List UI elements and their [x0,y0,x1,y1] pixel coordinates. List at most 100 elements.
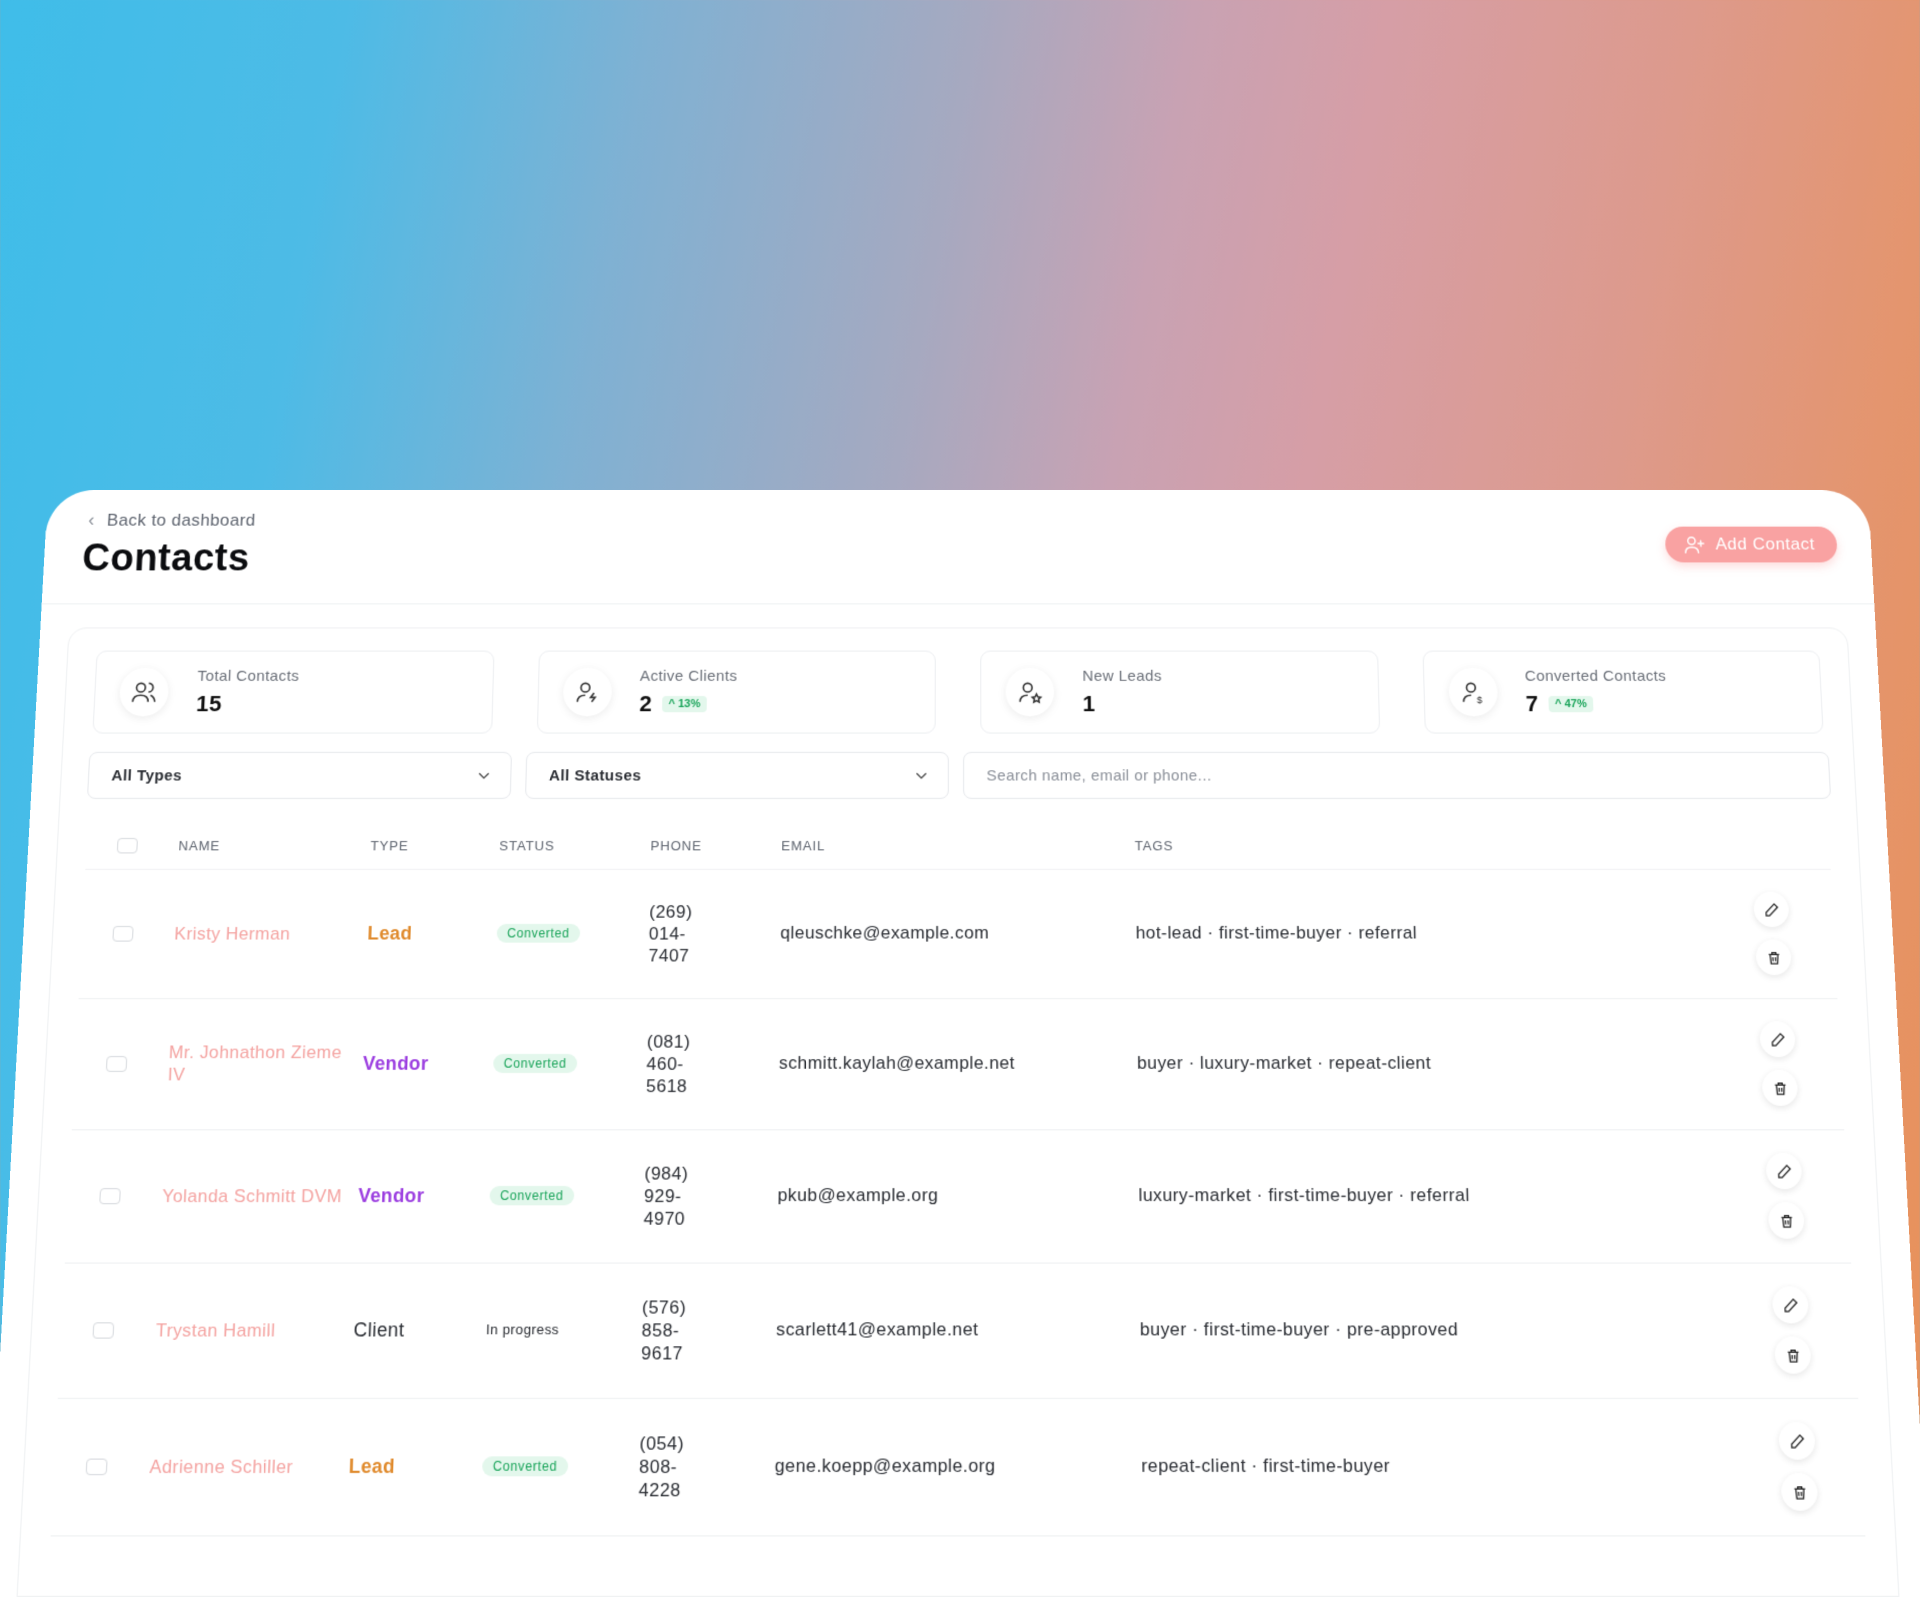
type-filter-select[interactable]: All Types [86,751,512,799]
trash-icon [1785,1347,1802,1363]
add-contact-label: Add Contact [1714,534,1816,554]
stat-value: 7 [1525,690,1540,716]
contact-name[interactable]: Trystan Hamill [155,1318,354,1341]
status-text: In progress [485,1321,560,1338]
status-filter-value: All Statuses [548,766,642,785]
column-header-tags[interactable]: TAGS [1135,837,1708,852]
status-badge: Converted [493,1053,578,1073]
contact-name[interactable]: Adrienne Schiller [149,1455,349,1478]
contact-name[interactable]: Kristy Herman [174,922,368,944]
user-star-icon [1005,667,1055,717]
column-header-email[interactable]: EMAIL [781,837,1135,852]
trash-icon [1791,1484,1808,1501]
svg-text:$: $ [1476,695,1482,705]
edit-button[interactable] [1752,891,1790,928]
stat-total-contacts: Total Contacts 15 [92,650,495,734]
edit-button[interactable] [1765,1152,1803,1190]
contact-type: Lead [367,922,413,944]
contact-email: scarlett41@example.net [776,1319,979,1340]
user-plus-icon [1683,534,1706,556]
delete-button[interactable] [1755,939,1792,976]
row-actions [1709,891,1836,976]
pencil-icon [1789,1433,1806,1450]
stat-label: New Leads [1082,667,1163,685]
stat-active-clients: Active Clients 2 ^ 13% [536,650,936,734]
contact-phone: (054) 808-4228 [638,1432,685,1501]
contact-phone: (269) 014-7407 [648,901,693,966]
user-bolt-icon [562,667,612,717]
arrow-up-icon: ^ [668,697,679,710]
table-row[interactable]: Trystan Hamill Client In progress (576) … [57,1262,1859,1399]
contact-tags: repeat-client · first-time-buyer [1141,1455,1391,1477]
page-title: Contacts [81,537,251,580]
trash-icon [1778,1212,1794,1228]
row-checkbox[interactable] [85,1458,108,1475]
users-icon [118,667,170,717]
add-contact-button[interactable]: Add Contact [1664,526,1838,563]
row-actions [1727,1286,1857,1374]
delete-button[interactable] [1761,1069,1799,1106]
delete-button[interactable] [1774,1336,1812,1374]
stat-value: 15 [195,690,223,716]
delete-button[interactable] [1767,1202,1805,1239]
row-actions [1721,1152,1850,1239]
contact-phone: (081) 460-5618 [645,1031,691,1096]
contact-type: Vendor [357,1184,425,1206]
column-header-phone[interactable]: PHONE [650,837,781,852]
page-header: ‹ Back to dashboard Contacts Add Contact [41,490,1875,605]
contact-email: schmitt.kaylah@example.net [778,1052,1015,1073]
row-checkbox[interactable] [99,1187,121,1204]
contact-email: pkub@example.org [777,1184,939,1206]
status-badge: Converted [482,1456,569,1477]
chevron-down-icon [913,767,929,783]
stat-value: 2 [639,690,653,716]
column-header-status[interactable]: STATUS [499,837,651,852]
table-row[interactable]: Adrienne Schiller Lead Converted (054) 8… [50,1397,1866,1537]
search-input[interactable] [963,751,1832,799]
status-filter-select[interactable]: All Statuses [525,751,949,799]
back-link[interactable]: ‹ Back to dashboard [88,510,256,531]
edit-button[interactable] [1759,1021,1796,1058]
contacts-card: ‹ Back to dashboard Contacts Add Contact… [0,490,1920,1597]
pencil-icon [1776,1163,1792,1179]
table-row[interactable]: Kristy Herman Lead Converted (269) 014-7… [78,868,1838,1000]
arrow-up-icon: ^ [1554,697,1565,710]
row-actions [1733,1422,1864,1511]
contact-email: gene.koepp@example.org [774,1455,996,1477]
trash-icon [1772,1080,1788,1096]
row-checkbox[interactable] [92,1321,115,1339]
filters-row: All Types All Statuses [86,751,1832,799]
contact-phone: (984) 929-4970 [643,1162,689,1229]
change-badge: ^ 13% [662,695,707,712]
change-value: 13% [678,697,701,710]
column-header-type[interactable]: TYPE [370,837,499,852]
contact-tags: luxury-market · first-time-buyer · refer… [1138,1184,1470,1206]
contact-name[interactable]: Yolanda Schmitt DVM [162,1184,359,1207]
contact-phone: (576) 858-9617 [640,1296,687,1364]
edit-button[interactable] [1771,1286,1810,1324]
stat-label: Total Contacts [197,667,300,685]
change-value: 47% [1564,697,1588,710]
contact-tags: buyer · luxury-market · repeat-client [1136,1052,1432,1073]
trash-icon [1765,949,1781,965]
pencil-icon [1769,1031,1785,1047]
pencil-icon [1763,902,1779,918]
contact-name[interactable]: Mr. Johnathon Zieme IV [167,1041,363,1085]
row-checkbox[interactable] [105,1055,128,1072]
table-header: NAME TYPE STATUS PHONE EMAIL TAGS [85,821,1831,870]
edit-button[interactable] [1778,1422,1816,1460]
contacts-panel: Total Contacts 15 Active Clients 2 ^ 13% [16,627,1900,1597]
contact-email: qleuschke@example.com [780,922,990,943]
type-filter-value: All Types [111,766,183,785]
delete-button[interactable] [1780,1472,1819,1511]
table-row[interactable]: Mr. Johnathon Zieme IV Vendor Converted … [71,998,1845,1131]
status-badge: Converted [489,1185,575,1206]
change-badge: ^ 47% [1548,695,1594,712]
stat-converted-contacts: $ Converted Contacts 7 ^ 47% [1421,650,1824,734]
chevron-left-icon: ‹ [87,509,96,530]
stat-label: Active Clients [639,667,738,685]
table-row[interactable]: Yolanda Schmitt DVM Vendor Converted (98… [64,1129,1852,1264]
row-checkbox[interactable] [112,925,134,942]
select-all-checkbox[interactable] [116,837,139,853]
column-header-name[interactable]: NAME [178,837,371,852]
